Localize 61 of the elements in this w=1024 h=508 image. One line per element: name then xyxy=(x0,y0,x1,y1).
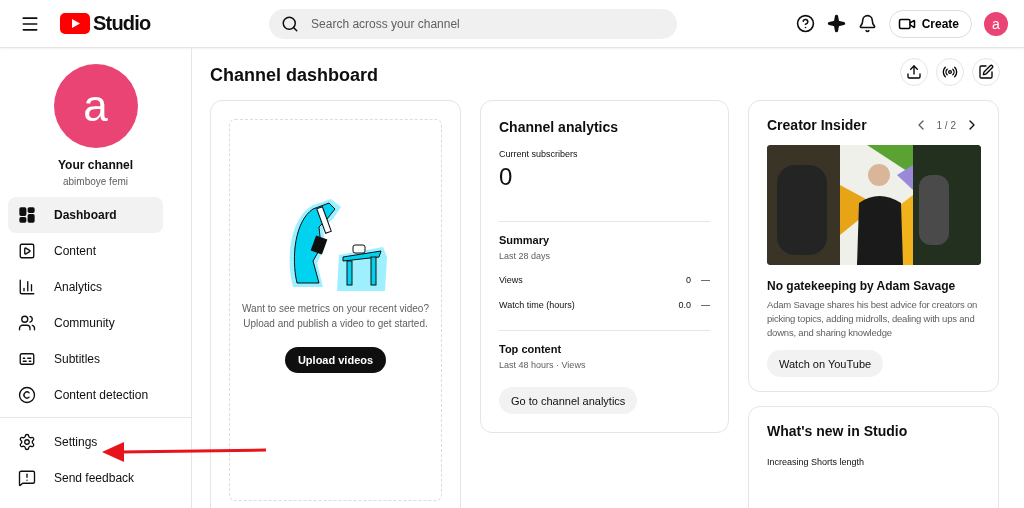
play-logo-icon xyxy=(60,13,90,34)
sidebar-item[interactable]: Settings xyxy=(8,424,163,460)
watch-button[interactable]: Watch on YouTube xyxy=(767,350,884,377)
sidebar-item[interactable]: Send feedback xyxy=(8,460,163,496)
help-icon xyxy=(795,14,815,33)
card-title: Channel analytics xyxy=(499,119,620,135)
subscriber-count: 0 xyxy=(499,163,514,191)
upload-videos-button[interactable]: Upload videos xyxy=(284,347,387,373)
subscribers-label: Current subscribers xyxy=(499,149,579,159)
analytics-button[interactable]: Go to channel analytics xyxy=(499,387,638,414)
people-icon xyxy=(18,314,36,332)
copyright-icon xyxy=(18,386,36,404)
section-title: Summary xyxy=(499,234,551,246)
live-button[interactable] xyxy=(936,58,964,86)
metric-value: 0.0 xyxy=(678,300,691,310)
create-button[interactable]: Create xyxy=(888,9,972,38)
sidebar-item[interactable]: Analytics xyxy=(8,269,163,305)
pager-label: 1 / 2 xyxy=(936,119,956,131)
bell-icon xyxy=(857,14,877,33)
captions-icon xyxy=(18,350,36,368)
sidebar-item[interactable]: Dashboard xyxy=(8,197,163,233)
video-icon xyxy=(18,242,36,260)
news-item: Increasing Shorts length xyxy=(767,457,866,467)
dashboard-icon xyxy=(18,206,36,224)
upload-button[interactable] xyxy=(900,58,928,86)
channel-title: Your channel xyxy=(57,158,134,172)
edit-icon xyxy=(978,64,994,80)
search-field[interactable]: Search across your channel xyxy=(269,8,678,39)
account-avatar[interactable]: a xyxy=(984,11,1008,36)
broadcast-icon xyxy=(942,64,958,80)
search-icon xyxy=(281,14,300,33)
chart-icon xyxy=(18,278,36,296)
empty-state-message: Want to see metrics on your recent video? Upload and publish a video to get started. xyxy=(242,302,429,331)
sparkle-button[interactable] xyxy=(826,14,846,33)
metric-label: Views xyxy=(499,275,523,285)
period-label: Last 28 days xyxy=(499,251,552,261)
sidebar-item[interactable]: Community xyxy=(8,305,163,341)
upload-icon xyxy=(906,64,922,80)
video-title: No gatekeeping by Adam Savage xyxy=(767,279,957,293)
channel-name: abimboye femi xyxy=(63,176,128,187)
period-label: Last 48 hours · Views xyxy=(499,360,587,370)
sidebar-item[interactable]: Content detection xyxy=(8,377,163,413)
video-description: Adam Savage shares his best advice for creators on picking topics, adding midrolls, dealing with ups and downs, and sharing knowledge xyxy=(767,298,979,340)
card-title: Creator Insider xyxy=(767,117,867,133)
metric-label: Watch time (hours) xyxy=(499,300,575,310)
metric-trend: — xyxy=(701,300,710,310)
page-title: Channel dashboard xyxy=(210,64,379,86)
card-title: What's new in Studio xyxy=(767,423,909,439)
sparkle-icon xyxy=(826,14,846,33)
help-button[interactable] xyxy=(795,14,815,33)
sidebar-item[interactable]: Content xyxy=(8,233,163,269)
notifications-button[interactable] xyxy=(857,14,877,33)
feedback-icon xyxy=(18,469,36,487)
metric-value: 0 xyxy=(686,275,691,285)
sidebar-item[interactable]: Subtitles xyxy=(8,341,163,377)
metric-trend: — xyxy=(701,275,710,285)
settings-icon xyxy=(18,433,36,451)
studio-logo[interactable]: Studio xyxy=(60,12,151,35)
section-title: Top content xyxy=(499,343,563,355)
edit-button[interactable] xyxy=(972,58,1000,86)
channel-avatar[interactable]: a xyxy=(53,64,138,148)
